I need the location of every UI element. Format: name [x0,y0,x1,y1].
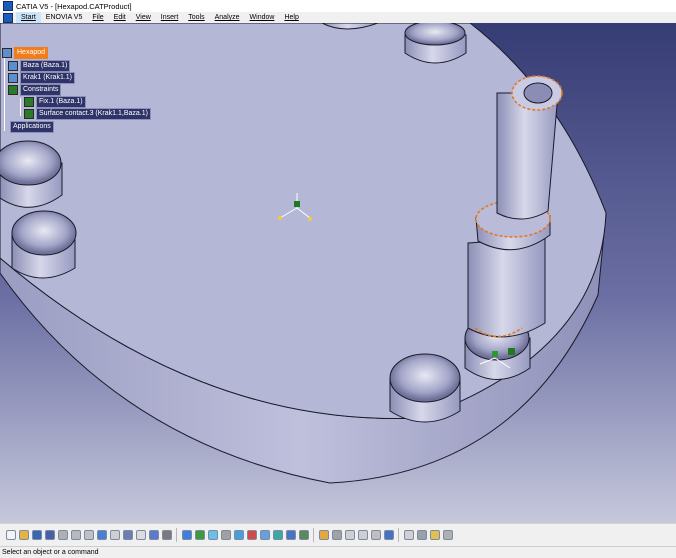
part-icon [8,61,18,71]
catia-logo-icon [3,1,13,11]
toolbar-button-1[interactable] [5,530,16,540]
boss-top-center[interactable] [404,23,467,64]
toolbar-button-23[interactable] [298,530,309,540]
tree-node-baza[interactable]: Baza (Baza.1) [8,60,71,72]
toolbar-button-7[interactable] [83,530,94,540]
toolbar-separator [313,528,314,542]
toolbar-button-11[interactable] [135,530,146,540]
fix-constraint-icon [24,97,34,107]
toolbar-button-33[interactable] [442,530,453,540]
toolbar-button-4[interactable] [44,530,55,540]
toolbar-button-16[interactable] [207,530,218,540]
toolbar-button-32[interactable] [429,530,440,540]
toolbar-button-3[interactable] [31,530,42,540]
menu-help[interactable]: Help [279,12,303,23]
toolbar-button-26[interactable] [344,530,355,540]
surface-contact-icon [24,109,34,119]
toolbar-button-25[interactable] [331,530,342,540]
toolbar-button-28[interactable] [370,530,381,540]
toolbar-button-10[interactable] [122,530,133,540]
menu-enovia[interactable]: ENOVIA V5 [41,12,88,23]
tree-node-krak1[interactable]: Krak1 (Krak1.1) [8,72,76,84]
part-icon [8,73,18,83]
toolbar-button-2[interactable] [18,530,29,540]
toolbar-button-13[interactable] [161,530,172,540]
toolbar-button-15[interactable] [194,530,205,540]
toolbar-button-24[interactable] [318,530,329,540]
menu-bar: Start ENOVIA V5 File Edit View Insert To… [0,12,676,23]
toolbar-button-8[interactable] [96,530,107,540]
toolbar-button-22[interactable] [285,530,296,540]
boss-left-lower[interactable] [11,210,77,279]
tree-node-fix[interactable]: Fix.1 (Baza.1) [24,96,86,108]
toolbar-button-31[interactable] [416,530,427,540]
menu-analyze[interactable]: Analyze [210,12,245,23]
tree-node-surface-contact[interactable]: Surface contact.3 (Krak1.1,Baza.1) [24,108,151,120]
toolbar-button-27[interactable] [357,530,368,540]
bottom-toolbar [0,523,676,546]
toolbar-button-5[interactable] [57,530,68,540]
title-bar: CATIA V5 - [Hexapod.CATProduct] [0,0,676,12]
toolbar-button-29[interactable] [383,530,394,540]
tree-connector-sub [20,98,21,116]
tree-node-applications[interactable]: Applications [4,121,54,133]
toolbar-button-21[interactable] [272,530,283,540]
3d-viewport[interactable]: Hexapod Baza (Baza.1) Krak1 (Krak1.1) Co… [0,23,676,523]
tree-node-hexapod[interactable]: Hexapod [2,47,49,59]
product-icon [2,48,12,58]
toolbar-button-17[interactable] [220,530,231,540]
constraints-icon [8,85,18,95]
toolbar-separator [176,528,177,542]
toolbar-button-12[interactable] [148,530,159,540]
boss-bottom[interactable] [389,353,461,423]
menu-edit[interactable]: Edit [109,12,131,23]
tree-connector [4,56,5,131]
window-title: CATIA V5 - [Hexapod.CATProduct] [16,1,132,11]
toolbar-button-30[interactable] [403,530,414,540]
status-text: Select an object or a command [2,549,99,556]
menu-file[interactable]: File [87,12,108,23]
catia-menu-icon[interactable] [3,12,13,23]
toolbar-button-6[interactable] [70,530,81,540]
boss-left-upper[interactable] [0,140,63,208]
menu-window[interactable]: Window [245,12,280,23]
model-render[interactable] [0,23,676,523]
applications-icon [4,123,8,131]
menu-tools[interactable]: Tools [183,12,209,23]
toolbar-button-19[interactable] [246,530,257,540]
toolbar-button-14[interactable] [181,530,192,540]
toolbar-separator [398,528,399,542]
menu-insert[interactable]: Insert [156,12,184,23]
status-bar: Select an object or a command [0,546,676,558]
menu-view[interactable]: View [131,12,156,23]
toolbar-button-18[interactable] [233,530,244,540]
tree-node-constraints[interactable]: Constraints [8,84,62,96]
toolbar-button-20[interactable] [259,530,270,540]
toolbar-button-9[interactable] [109,530,120,540]
menu-start[interactable]: Start [16,12,41,23]
